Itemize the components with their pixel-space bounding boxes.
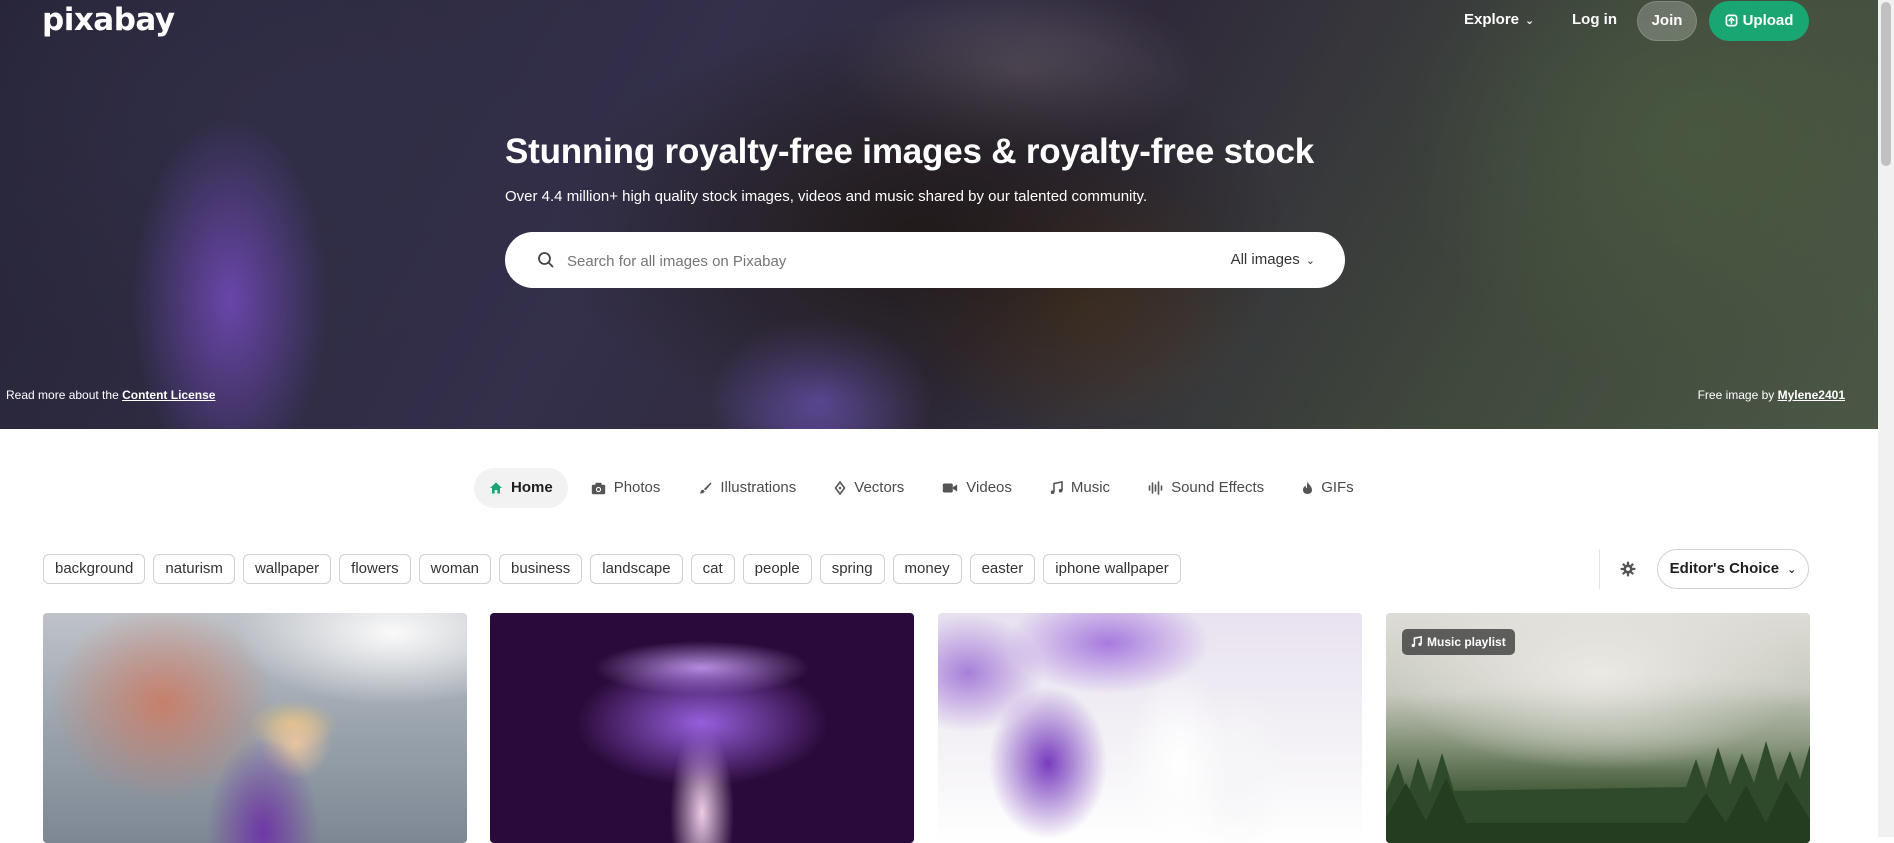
tab-illustrations[interactable]: Illustrations: [683, 468, 811, 508]
tag-chip[interactable]: business: [499, 554, 583, 584]
hero-banner: pixabay Explore ⌄ Log in Join Upload Stun…: [0, 0, 1878, 429]
badge-label: Music playlist: [1427, 635, 1506, 649]
tab-vectors[interactable]: Vectors: [819, 468, 919, 508]
brush-icon: [700, 482, 712, 494]
tab-label: Illustrations: [720, 479, 797, 496]
search-bar: All images ⌄: [505, 232, 1345, 288]
media-type-dropdown[interactable]: All images ⌄: [1231, 232, 1315, 288]
tag-chip[interactable]: easter: [969, 554, 1036, 584]
tag-chip[interactable]: spring: [819, 554, 885, 584]
image-card[interactable]: [490, 613, 914, 843]
content-license-link[interactable]: Content License: [122, 388, 215, 402]
credit-prefix: Free image by: [1697, 388, 1775, 402]
forest-illustration: [1386, 741, 1810, 843]
gear-icon[interactable]: [1620, 561, 1636, 577]
sort-label: Editor's Choice: [1669, 560, 1780, 577]
image-credit: Free image by Mylene2401: [1698, 388, 1845, 402]
music-note-icon: [1050, 481, 1063, 494]
upload-icon: [1725, 14, 1738, 27]
video-icon: [943, 483, 958, 493]
upload-button[interactable]: Upload: [1709, 1, 1809, 41]
tab-label: GIFs: [1321, 479, 1354, 496]
tab-music[interactable]: Music: [1035, 468, 1125, 508]
camera-icon: [591, 482, 605, 494]
chevron-down-icon: ⌄: [1525, 15, 1535, 27]
tag-chip[interactable]: landscape: [590, 554, 683, 584]
home-icon: [490, 482, 502, 494]
sort-dropdown[interactable]: Editor's Choice ⌄: [1657, 549, 1809, 589]
tag-chip[interactable]: background: [43, 554, 146, 584]
search-input[interactable]: [565, 246, 1169, 276]
chevron-down-icon: ⌄: [1305, 255, 1315, 267]
music-note-icon: [1411, 636, 1422, 648]
image-card[interactable]: [43, 613, 467, 843]
tag-chip[interactable]: flowers: [339, 554, 411, 584]
upload-label: Upload: [1742, 12, 1794, 29]
search-icon[interactable]: [537, 251, 555, 269]
sound-wave-icon: [1148, 481, 1163, 495]
tag-chip[interactable]: wallpaper: [242, 554, 332, 584]
music-playlist-badge: Music playlist: [1402, 629, 1515, 655]
credit-author-link[interactable]: Mylene2401: [1778, 388, 1845, 402]
hero-subtitle: Over 4.4 million+ high quality stock ima…: [505, 188, 1148, 205]
media-type-label: All images: [1230, 251, 1300, 268]
join-button[interactable]: Join: [1637, 1, 1697, 41]
content-license-note: Read more about the Content License: [6, 388, 215, 402]
explore-label: Explore: [1464, 11, 1520, 28]
tag-chip[interactable]: woman: [418, 554, 492, 584]
tab-home[interactable]: Home: [474, 468, 568, 508]
tag-chip[interactable]: iphone wallpaper: [1043, 554, 1181, 584]
tab-label: Videos: [966, 479, 1012, 496]
tab-sound-effects[interactable]: Sound Effects: [1133, 468, 1279, 508]
tag-chip[interactable]: people: [742, 554, 812, 584]
tab-videos[interactable]: Videos: [927, 468, 1027, 508]
license-prefix: Read more about the: [6, 388, 119, 402]
flame-icon: [1303, 482, 1313, 494]
hero-title: Stunning royalty-free images & royalty-f…: [505, 132, 1315, 171]
tag-chip[interactable]: cat: [690, 554, 735, 584]
chevron-down-icon: ⌄: [1787, 564, 1797, 576]
scrollbar-thumb[interactable]: [1881, 2, 1891, 166]
hero-image-overlay: [0, 0, 1878, 429]
tab-label: Home: [511, 479, 553, 496]
tab-gifs[interactable]: GIFs: [1287, 468, 1369, 508]
tab-photos[interactable]: Photos: [576, 468, 676, 508]
tab-label: Sound Effects: [1171, 479, 1265, 496]
tab-label: Music: [1070, 479, 1111, 496]
image-card[interactable]: [938, 613, 1362, 843]
pen-nib-icon: [834, 481, 846, 495]
pixabay-logo[interactable]: pixabay: [42, 2, 175, 38]
tag-chip[interactable]: money: [892, 554, 962, 584]
media-tabs: Home Photos Illustrations Vectors Videos…: [474, 468, 1369, 510]
image-card[interactable]: Music playlist: [1386, 613, 1810, 843]
tab-label: Photos: [613, 479, 661, 496]
trending-tags: background naturism wallpaper flowers wo…: [43, 554, 1181, 584]
login-link[interactable]: Log in: [1572, 0, 1617, 40]
tab-label: Vectors: [854, 479, 905, 496]
filter-divider: [1599, 549, 1600, 589]
tag-chip[interactable]: naturism: [153, 554, 235, 584]
page-scrollbar[interactable]: [1878, 0, 1894, 837]
explore-menu[interactable]: Explore ⌄: [1464, 0, 1534, 40]
